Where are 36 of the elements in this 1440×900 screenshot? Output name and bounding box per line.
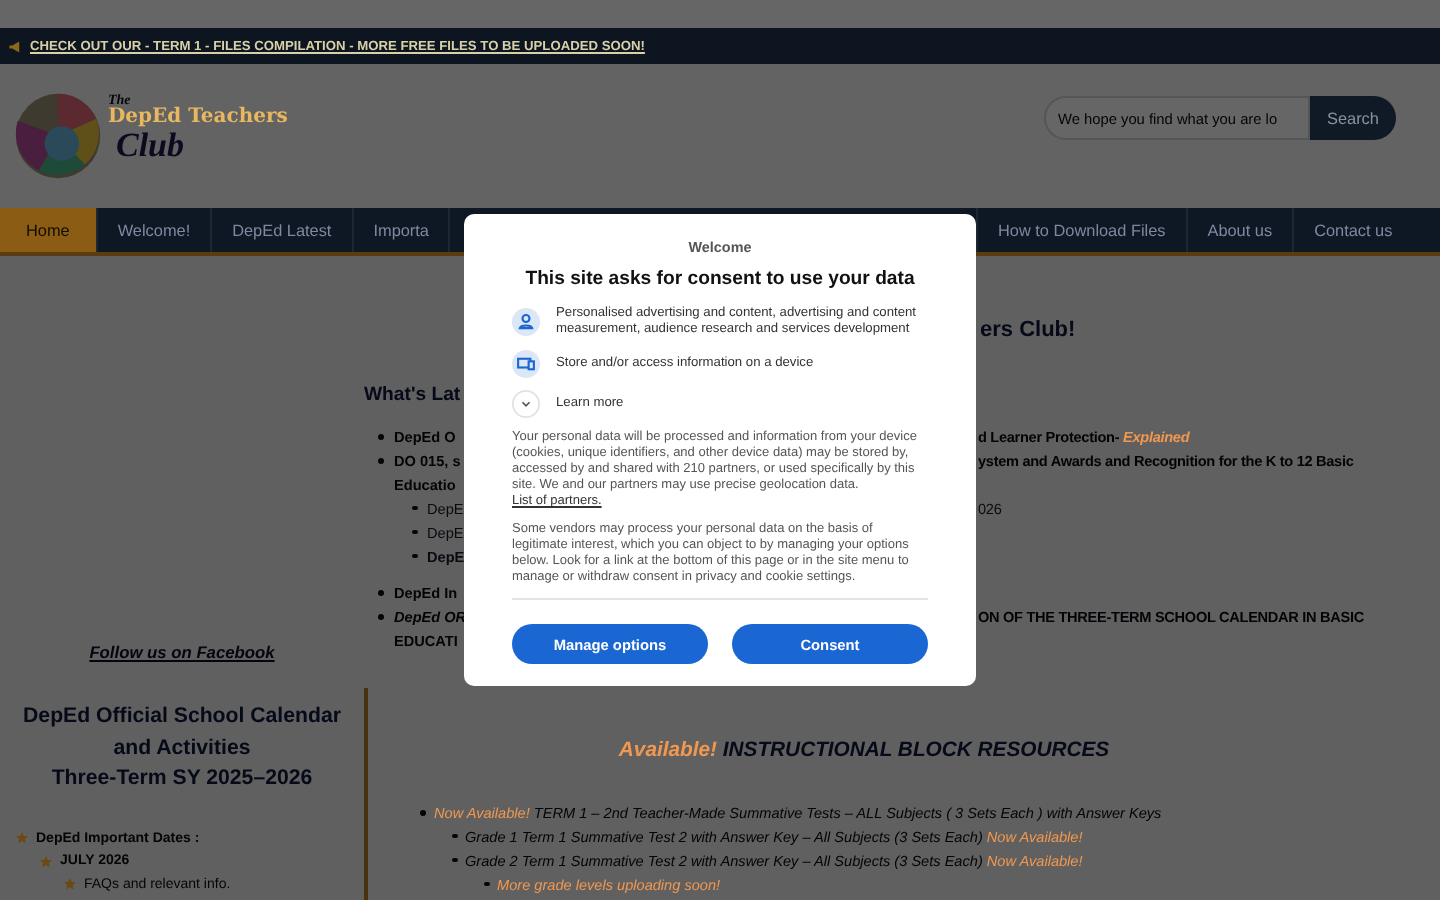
- star-icon: [40, 855, 52, 868]
- bullet-icon: [378, 457, 384, 463]
- calendar-heading: and Activities: [113, 733, 251, 763]
- page-heading: ers Club!: [978, 318, 1078, 346]
- bullet-icon: [378, 433, 384, 439]
- calendar-heading: DepEd Official School Calendar: [23, 702, 341, 732]
- nav-tab[interactable]: Importa: [353, 208, 451, 252]
- dialog-title: This site asks for consent to use your data: [523, 268, 917, 290]
- calendar-heading: Three-Term SY 2025–2026: [51, 764, 313, 794]
- star-icon: [16, 832, 28, 845]
- bullet-icon: [452, 833, 457, 839]
- bullet-icon: [412, 553, 417, 559]
- bullet-icon: [378, 589, 384, 595]
- device-icon: [512, 350, 540, 378]
- nav-tab[interactable]: DepEd Latest: [212, 208, 354, 252]
- bullet-icon: [452, 857, 457, 863]
- bullet-icon: [412, 529, 417, 535]
- section-heading: Available! INSTRUCTIONAL BLOCK RESOURCES: [616, 740, 1112, 762]
- nav-tab[interactable]: Contact us: [1292, 208, 1413, 252]
- nav-tab[interactable]: Welcome!: [97, 208, 213, 252]
- facebook-link[interactable]: Follow us on Facebook: [89, 642, 275, 662]
- logo-icon: [12, 90, 104, 182]
- person-icon: [512, 308, 540, 336]
- chevron-icon[interactable]: [512, 390, 540, 418]
- nav-tab[interactable]: Home: [0, 208, 98, 252]
- logo-text: DepEd Teachers: [108, 108, 288, 128]
- section-heading: What's Lat: [364, 384, 463, 410]
- bullet-icon: [378, 613, 384, 619]
- logo-text: Club: [116, 128, 187, 162]
- bullet-icon: [484, 881, 489, 887]
- megaphone-icon: [8, 39, 22, 53]
- nav-tab[interactable]: About us: [1185, 208, 1293, 252]
- star-icon: [64, 878, 76, 891]
- search-button[interactable]: Search: [1310, 96, 1396, 140]
- bullet-icon: [420, 809, 426, 815]
- bullet-icon: [412, 505, 417, 511]
